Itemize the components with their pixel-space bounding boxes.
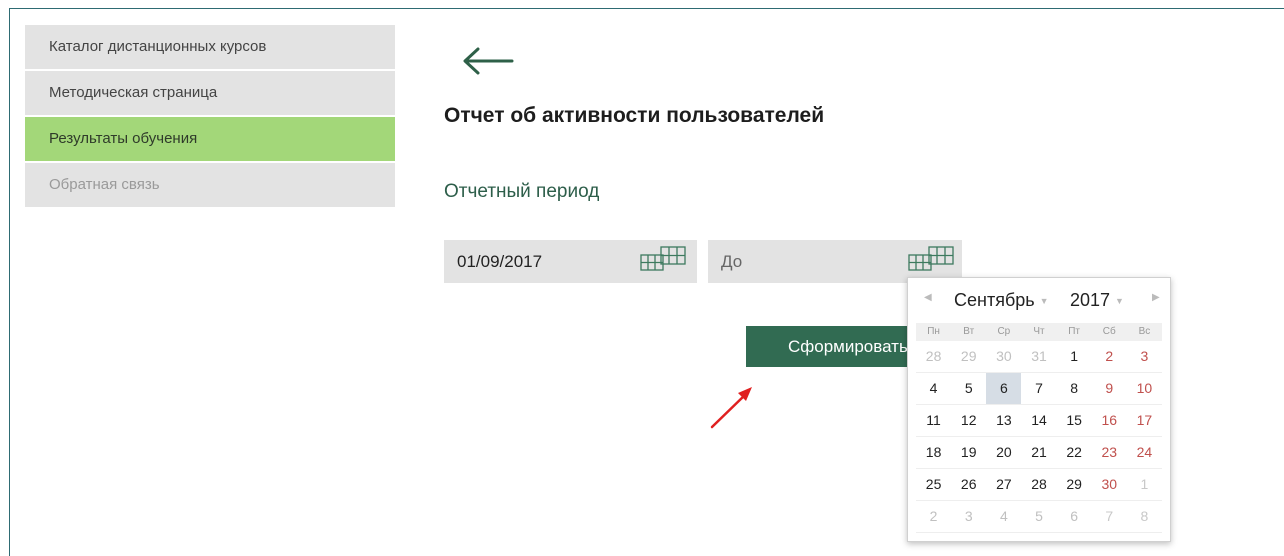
chevron-down-icon: ▼ bbox=[1039, 296, 1049, 307]
weekday-label: Ср bbox=[997, 326, 1011, 337]
calendar-day[interactable]: 10 bbox=[1127, 373, 1162, 404]
calendar-day[interactable]: 19 bbox=[951, 437, 986, 468]
calendar-day[interactable]: 2 bbox=[916, 501, 951, 532]
calendar-day[interactable]: 2 bbox=[1092, 341, 1127, 372]
date-from-field bbox=[444, 240, 697, 283]
next-month-icon[interactable]: ▶ bbox=[1152, 292, 1160, 303]
calendar-week-row: 11 12 13 14 15 16 17 bbox=[916, 405, 1162, 437]
calendar-day[interactable]: 16 bbox=[1092, 405, 1127, 436]
sidebar-item-catalog[interactable]: Каталог дистанционных курсов bbox=[25, 25, 395, 69]
period-label: Отчетный период bbox=[444, 181, 600, 202]
calendar-day[interactable]: 15 bbox=[1057, 405, 1092, 436]
date-to-input[interactable] bbox=[708, 240, 891, 283]
calendar-day[interactable]: 20 bbox=[986, 437, 1021, 468]
calendar-day[interactable]: 24 bbox=[1127, 437, 1162, 468]
calendar-day[interactable]: 9 bbox=[1092, 373, 1127, 404]
calendar-day[interactable]: 4 bbox=[916, 373, 951, 404]
year-label: 2017 bbox=[1070, 290, 1111, 310]
arrow-left-icon[interactable] bbox=[460, 45, 516, 77]
weekday-label: Чт bbox=[1033, 326, 1045, 337]
calendar-day[interactable]: 22 bbox=[1057, 437, 1092, 468]
calendar-week-row: 2345678 bbox=[916, 501, 1162, 533]
calendar-icon[interactable] bbox=[639, 245, 687, 273]
date-from-input[interactable] bbox=[444, 240, 627, 283]
calendar-week-row: 28 29 30 31 1 2 3 bbox=[916, 341, 1162, 373]
calendar-grid: 28 29 30 31 1 2 3 4 5 6 7 8 9 10 11 12 13 14 15 16 17 18 19 20 2… bbox=[908, 341, 1170, 533]
calendar-day[interactable]: 3 bbox=[1127, 341, 1162, 372]
calendar-day[interactable]: 3 bbox=[951, 501, 986, 532]
sidebar-item-feedback[interactable]: Обратная связь bbox=[25, 163, 395, 207]
weekday-label: Пт bbox=[1068, 326, 1081, 337]
calendar-icon[interactable] bbox=[907, 245, 955, 273]
calendar-day[interactable]: 5 bbox=[951, 373, 986, 404]
calendar-day[interactable]: 4 bbox=[986, 501, 1021, 532]
red-pointer-arrow-icon bbox=[710, 387, 752, 429]
calendar-day[interactable]: 6 bbox=[1057, 501, 1092, 532]
calendar-day[interactable]: 11 bbox=[916, 405, 951, 436]
chevron-down-icon: ▼ bbox=[1115, 296, 1124, 307]
calendar-week-row: 25 26 27 28 29 30 1 bbox=[916, 469, 1162, 501]
weekday-label: Сб bbox=[1102, 326, 1116, 337]
calendar-day[interactable]: 8 bbox=[1057, 373, 1092, 404]
weekday-label: Вс bbox=[1138, 326, 1151, 337]
sidebar-item-methodical[interactable]: Методическая страница bbox=[25, 71, 395, 115]
month-label: Сентябрь bbox=[954, 290, 1035, 310]
calendar-week-row: 18 19 20 21 22 23 24 bbox=[916, 437, 1162, 469]
calendar-day[interactable]: 30 bbox=[986, 341, 1021, 372]
sidebar-item-results[interactable]: Результаты обучения bbox=[25, 117, 395, 161]
calendar-day[interactable]: 31 bbox=[1021, 341, 1056, 372]
calendar-day[interactable]: 28 bbox=[1021, 469, 1056, 500]
calendar-day[interactable]: 7 bbox=[1021, 373, 1056, 404]
calendar-day[interactable]: 29 bbox=[1057, 469, 1092, 500]
calendar-day[interactable]: 23 bbox=[1092, 437, 1127, 468]
calendar-day[interactable]: 13 bbox=[986, 405, 1021, 436]
sidebar: Каталог дистанционных курсов Методическа… bbox=[25, 25, 395, 209]
weekday-label: Пн bbox=[927, 326, 940, 337]
calendar-day[interactable]: 21 bbox=[1021, 437, 1056, 468]
year-select[interactable]: 2017 ▼ bbox=[1070, 290, 1124, 311]
calendar-day[interactable]: 26 bbox=[951, 469, 986, 500]
calendar-day[interactable]: 14 bbox=[1021, 405, 1056, 436]
calendar-day[interactable]: 17 bbox=[1127, 405, 1162, 436]
calendar-day[interactable]: 8 bbox=[1127, 501, 1162, 532]
calendar-week-row: 4 5 6 7 8 9 10 bbox=[916, 373, 1162, 405]
weekday-header: Пн Вт Ср Чт Пт Сб Вс bbox=[916, 323, 1162, 341]
calendar-day[interactable]: 12 bbox=[951, 405, 986, 436]
calendar-day[interactable]: 7 bbox=[1092, 501, 1127, 532]
calendar-day[interactable]: 5 bbox=[1021, 501, 1056, 532]
calendar-day[interactable]: 1 bbox=[1127, 469, 1162, 500]
calendar-day[interactable]: 1 bbox=[1057, 341, 1092, 372]
calendar-day[interactable]: 6 bbox=[986, 373, 1022, 404]
calendar-day[interactable]: 25 bbox=[916, 469, 951, 500]
calendar-day[interactable]: 30 bbox=[1092, 469, 1127, 500]
calendar-day[interactable]: 29 bbox=[951, 341, 986, 372]
calendar-day[interactable]: 27 bbox=[986, 469, 1021, 500]
weekday-label: Вт bbox=[963, 326, 975, 337]
datepicker-popup: ◀ Сентябрь ▼ 2017 ▼ ▶ Пн Вт Ср Чт Пт Сб Вс… bbox=[907, 277, 1171, 542]
calendar-day[interactable]: 28 bbox=[916, 341, 951, 372]
calendar-day[interactable]: 18 bbox=[916, 437, 951, 468]
prev-month-icon[interactable]: ◀ bbox=[924, 292, 932, 303]
datepicker-header: ◀ Сентябрь ▼ 2017 ▼ ▶ bbox=[908, 278, 1170, 323]
month-select[interactable]: Сентябрь ▼ bbox=[954, 290, 1049, 311]
page-title: Отчет об активности пользователей bbox=[444, 104, 825, 127]
